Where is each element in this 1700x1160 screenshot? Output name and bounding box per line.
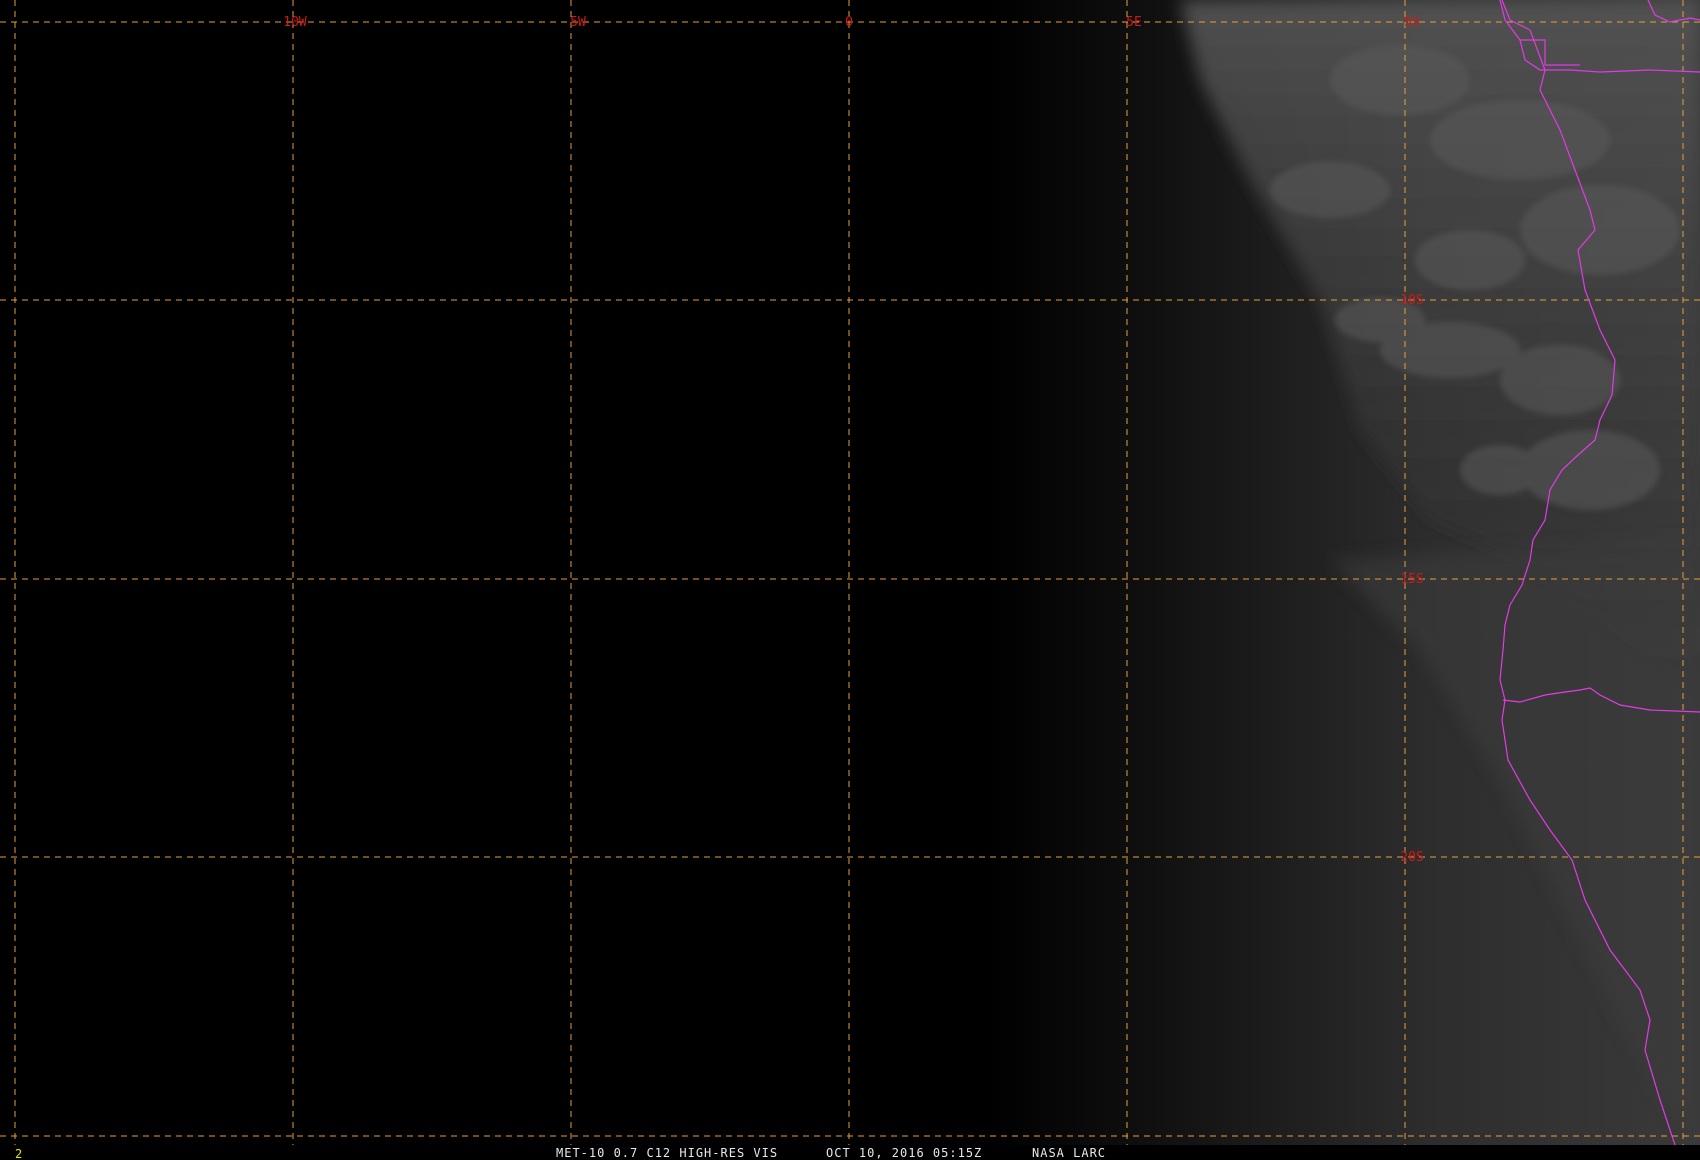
satellite-imagery — [0, 0, 1700, 1160]
latitude-label: 20S — [1400, 850, 1423, 865]
source-label: NASA LARC — [1032, 1146, 1106, 1160]
product-label: MET-10 0.7 C12 HIGH-RES VIS — [556, 1146, 778, 1160]
latitude-label: 10S — [1400, 293, 1423, 308]
satellite-map: 10W 5W 0 5E 5S 10S 15S 20S 2 MET-10 0.7 C12 HIG… — [0, 0, 1700, 1160]
longitude-label: 10W — [283, 15, 307, 30]
longitude-label: 5E — [1126, 15, 1142, 30]
footer-bar: 2 MET-10 0.7 C12 HIGH-RES VIS OCT 10, 20… — [0, 1145, 1700, 1160]
longitude-label: 5W — [570, 15, 586, 30]
latitude-label: 15S — [1400, 572, 1423, 587]
latitude-label: 5S — [1404, 15, 1420, 30]
longitude-label: 0 — [845, 15, 853, 30]
frame-number: 2 — [15, 1147, 22, 1160]
datetime-label: OCT 10, 2016 05:15Z — [826, 1146, 982, 1160]
